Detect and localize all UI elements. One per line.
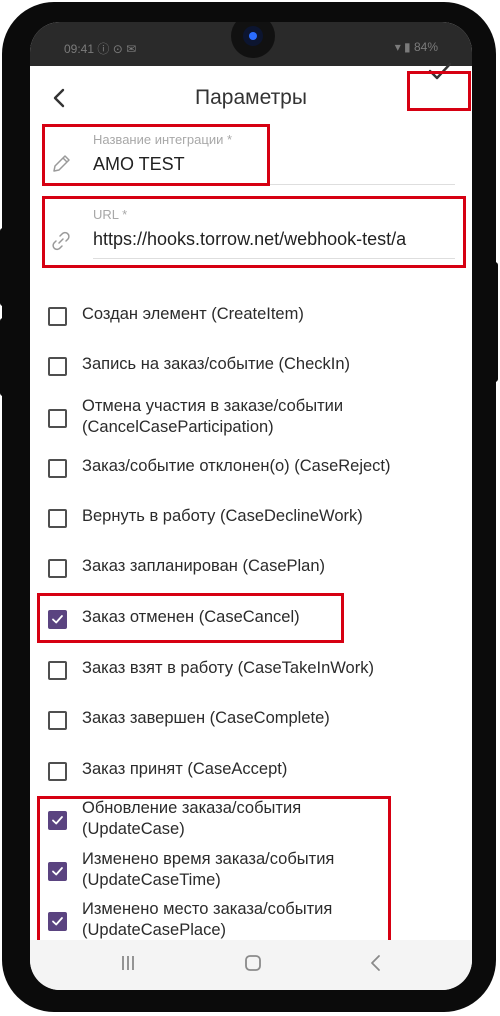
event-checkbox-item[interactable]: Заказ принят (CaseAccept)	[48, 759, 468, 801]
recents-icon[interactable]	[118, 952, 138, 974]
event-checkbox-item[interactable]: Изменено место заказа/события (UpdateCas…	[48, 899, 468, 941]
save-button[interactable]	[407, 52, 471, 92]
event-checkbox-item[interactable]: Вернуть в работу (CaseDeclineWork)	[48, 506, 468, 548]
event-checkbox-label: Заказ завершен (CaseComplete)	[82, 709, 330, 727]
checkbox-unchecked[interactable]	[48, 357, 67, 376]
event-checkbox-label: Обновление заказа/события (UpdateCase)	[82, 799, 302, 838]
event-checkbox-item[interactable]: Заказ завершен (CaseComplete)	[48, 708, 468, 750]
event-checkbox-label: Заказ принят (CaseAccept)	[82, 760, 288, 778]
event-checkbox-label: Заказ/событие отклонен(о) (CaseReject)	[82, 457, 391, 475]
url-input[interactable]: https://hooks.torrow.net/webhook-test/a	[93, 229, 455, 250]
back-icon[interactable]	[366, 952, 386, 974]
event-checkbox-item[interactable]: Заказ взят в работу (CaseTakeInWork)	[48, 658, 468, 700]
home-icon[interactable]	[242, 952, 264, 974]
checkbox-unchecked[interactable]	[48, 409, 67, 428]
integration-name-input[interactable]: AMO TEST	[93, 154, 453, 175]
checkbox-unchecked[interactable]	[48, 509, 67, 528]
event-checkbox-label: Вернуть в работу (CaseDeclineWork)	[82, 507, 363, 525]
side-button-right	[490, 262, 498, 382]
pencil-icon	[53, 155, 70, 172]
status-bar-left: 09:41 ⓘ ⊙ ✉	[64, 42, 137, 56]
event-checkbox-item[interactable]: Заказ/событие отклонен(о) (CaseReject)	[48, 456, 468, 498]
event-checkbox-label: Заказ взят в работу (CaseTakeInWork)	[82, 659, 374, 677]
check-icon	[52, 917, 63, 926]
event-checkbox-label: Создан элемент (CreateItem)	[82, 305, 304, 323]
event-checkbox-item[interactable]: Отмена участия в заказе/событии (CancelC…	[48, 396, 468, 438]
screen: 09:41 ⓘ ⊙ ✉ ▾ ▮ 84% Параметры Название и…	[30, 22, 472, 990]
url-field-label: URL *	[93, 207, 128, 222]
event-checkbox-item[interactable]: Заказ отменен (CaseCancel)	[48, 607, 468, 649]
event-checkbox-label: Изменено время заказа/события (UpdateCas…	[82, 850, 335, 889]
checkbox-checked[interactable]	[48, 912, 67, 931]
checkbox-checked[interactable]	[48, 811, 67, 830]
url-field-underline	[93, 258, 455, 259]
event-checkbox-item[interactable]: Обновление заказа/события (UpdateCase)	[48, 798, 468, 840]
event-checkbox-label: Отмена участия в заказе/событии (CancelC…	[82, 397, 344, 436]
checkbox-checked[interactable]	[48, 610, 67, 629]
checkbox-unchecked[interactable]	[48, 711, 67, 730]
event-checkbox-item[interactable]: Запись на заказ/событие (CheckIn)	[48, 354, 468, 396]
event-checkbox-label: Изменено место заказа/события (UpdateCas…	[82, 900, 333, 939]
check-icon	[52, 867, 63, 876]
checkbox-checked[interactable]	[48, 862, 67, 881]
checkbox-unchecked[interactable]	[48, 661, 67, 680]
camera-lens	[243, 26, 263, 46]
volume-button	[0, 318, 8, 396]
checkbox-unchecked[interactable]	[48, 762, 67, 781]
event-checkbox-item[interactable]: Заказ запланирован (CasePlan)	[48, 556, 468, 598]
page-title: Параметры	[195, 86, 307, 109]
checkbox-unchecked[interactable]	[48, 559, 67, 578]
link-icon	[52, 231, 70, 251]
name-field-underline	[93, 184, 455, 185]
event-checkbox-label: Заказ запланирован (CasePlan)	[82, 557, 326, 575]
checkbox-unchecked[interactable]	[48, 459, 67, 478]
power-button	[0, 228, 8, 306]
check-icon	[52, 816, 63, 825]
event-checkbox-label: Запись на заказ/событие (CheckIn)	[82, 355, 351, 373]
name-field-label: Название интеграции *	[93, 132, 233, 147]
check-icon	[52, 615, 63, 624]
system-nav-bar	[30, 940, 472, 990]
app-bar: Параметры	[30, 66, 472, 136]
checkbox-unchecked[interactable]	[48, 307, 67, 326]
event-checkbox-label: Заказ отменен (CaseCancel)	[82, 608, 300, 626]
event-checkbox-item[interactable]: Изменено время заказа/события (UpdateCas…	[48, 849, 468, 891]
check-icon	[428, 62, 452, 80]
event-checkbox-item[interactable]: Создан элемент (CreateItem)	[48, 304, 468, 346]
